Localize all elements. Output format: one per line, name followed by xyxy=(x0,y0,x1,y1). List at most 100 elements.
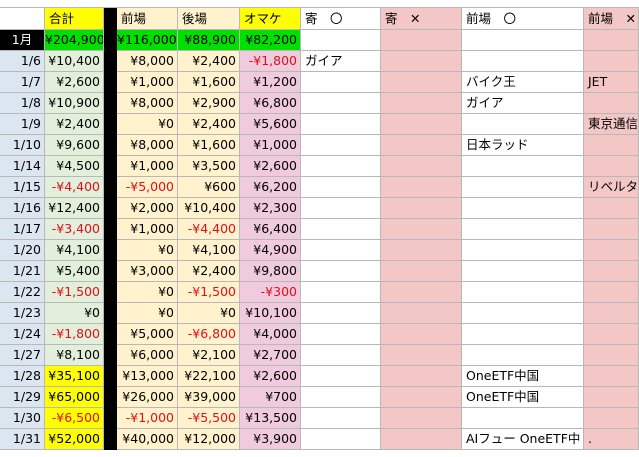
yori-batsu-cell[interactable] xyxy=(381,303,462,324)
date-cell[interactable]: 1/22 xyxy=(0,282,45,303)
yori-batsu-cell[interactable] xyxy=(381,345,462,366)
omake-cell[interactable]: -¥300 xyxy=(240,282,301,303)
yori-batsu-cell[interactable] xyxy=(381,51,462,72)
zenba-cell[interactable]: ¥40,000 xyxy=(117,429,178,450)
yori-batsu-cell[interactable] xyxy=(381,198,462,219)
total-cell[interactable]: -¥4,400 xyxy=(45,177,104,198)
zenba-maru-cell[interactable] xyxy=(462,219,584,240)
zenba-cell[interactable]: ¥0 xyxy=(117,282,178,303)
yori-maru-cell[interactable] xyxy=(301,198,381,219)
zenba-batsu-cell[interactable]: リベルタ xyxy=(584,177,639,198)
month-yori-maru[interactable] xyxy=(301,30,381,51)
goba-cell[interactable]: ¥1,600 xyxy=(178,72,240,93)
goba-cell[interactable]: ¥2,400 xyxy=(178,261,240,282)
omake-cell[interactable]: ¥700 xyxy=(240,387,301,408)
yori-batsu-cell[interactable] xyxy=(381,429,462,450)
zenba-batsu-cell[interactable] xyxy=(584,51,639,72)
zenba-cell[interactable]: ¥1,000 xyxy=(117,156,178,177)
omake-cell[interactable]: ¥13,500 xyxy=(240,408,301,429)
month-total[interactable]: ¥204,900 xyxy=(45,30,104,51)
omake-cell[interactable]: -¥1,800 xyxy=(240,51,301,72)
month-goba[interactable]: ¥88,900 xyxy=(178,30,240,51)
yori-batsu-cell[interactable] xyxy=(381,408,462,429)
zenba-cell[interactable]: ¥6,000 xyxy=(117,345,178,366)
date-cell[interactable]: 1/29 xyxy=(0,387,45,408)
zenba-cell[interactable]: -¥5,000 xyxy=(117,177,178,198)
goba-cell[interactable]: ¥12,000 xyxy=(178,429,240,450)
total-cell[interactable]: ¥0 xyxy=(45,303,104,324)
omake-cell[interactable]: ¥9,800 xyxy=(240,261,301,282)
date-cell[interactable]: 1/8 xyxy=(0,93,45,114)
omake-cell[interactable]: ¥4,900 xyxy=(240,240,301,261)
omake-cell[interactable]: ¥2,700 xyxy=(240,345,301,366)
total-cell[interactable]: ¥2,400 xyxy=(45,114,104,135)
omake-cell[interactable]: ¥4,000 xyxy=(240,324,301,345)
total-cell[interactable]: -¥3,400 xyxy=(45,219,104,240)
omake-cell[interactable]: ¥6,800 xyxy=(240,93,301,114)
zenba-batsu-cell[interactable] xyxy=(584,408,639,429)
zenba-cell[interactable]: ¥8,000 xyxy=(117,135,178,156)
header-goba[interactable]: 後場 xyxy=(178,8,240,30)
date-cell[interactable]: 1/14 xyxy=(0,156,45,177)
total-cell[interactable]: ¥4,500 xyxy=(45,156,104,177)
total-cell[interactable]: ¥52,000 xyxy=(45,429,104,450)
zenba-cell[interactable]: ¥8,000 xyxy=(117,93,178,114)
yori-maru-cell[interactable] xyxy=(301,261,381,282)
yori-maru-cell[interactable] xyxy=(301,429,381,450)
total-cell[interactable]: -¥6,500 xyxy=(45,408,104,429)
header-total[interactable]: 合計 xyxy=(45,8,104,30)
yori-maru-cell[interactable] xyxy=(301,219,381,240)
yori-batsu-cell[interactable] xyxy=(381,114,462,135)
zenba-maru-cell[interactable] xyxy=(462,345,584,366)
zenba-batsu-cell[interactable] xyxy=(584,345,639,366)
date-cell[interactable]: 1/24 xyxy=(0,324,45,345)
total-cell[interactable]: ¥35,100 xyxy=(45,366,104,387)
yori-batsu-cell[interactable] xyxy=(381,282,462,303)
date-cell[interactable]: 1/20 xyxy=(0,240,45,261)
zenba-cell[interactable]: -¥1,000 xyxy=(117,408,178,429)
goba-cell[interactable]: ¥1,600 xyxy=(178,135,240,156)
yori-maru-cell[interactable]: ガイア xyxy=(301,51,381,72)
date-cell[interactable]: 1/17 xyxy=(0,219,45,240)
total-cell[interactable]: ¥12,400 xyxy=(45,198,104,219)
yori-maru-cell[interactable] xyxy=(301,408,381,429)
omake-cell[interactable]: ¥3,900 xyxy=(240,429,301,450)
goba-cell[interactable]: -¥1,500 xyxy=(178,282,240,303)
goba-cell[interactable]: ¥10,400 xyxy=(178,198,240,219)
zenba-cell[interactable]: ¥5,000 xyxy=(117,324,178,345)
month-omake[interactable]: ¥82,200 xyxy=(240,30,301,51)
total-cell[interactable]: ¥2,600 xyxy=(45,72,104,93)
yori-maru-cell[interactable] xyxy=(301,387,381,408)
yori-maru-cell[interactable] xyxy=(301,135,381,156)
omake-cell[interactable]: ¥2,600 xyxy=(240,366,301,387)
zenba-maru-cell[interactable] xyxy=(462,114,584,135)
zenba-maru-cell[interactable] xyxy=(462,303,584,324)
goba-cell[interactable]: ¥22,100 xyxy=(178,366,240,387)
zenba-cell[interactable]: ¥8,000 xyxy=(117,51,178,72)
omake-cell[interactable]: ¥6,400 xyxy=(240,219,301,240)
zenba-batsu-cell[interactable] xyxy=(584,135,639,156)
yori-maru-cell[interactable] xyxy=(301,240,381,261)
yori-batsu-cell[interactable] xyxy=(381,261,462,282)
goba-cell[interactable]: -¥6,800 xyxy=(178,324,240,345)
month-zenba[interactable]: ¥116,000 xyxy=(117,30,178,51)
yori-batsu-cell[interactable] xyxy=(381,219,462,240)
goba-cell[interactable]: -¥5,500 xyxy=(178,408,240,429)
goba-cell[interactable]: -¥4,400 xyxy=(178,219,240,240)
zenba-cell[interactable]: ¥13,000 xyxy=(117,366,178,387)
month-zenba-maru[interactable] xyxy=(462,30,584,51)
zenba-cell[interactable]: ¥0 xyxy=(117,114,178,135)
date-cell[interactable]: 1/27 xyxy=(0,345,45,366)
yori-maru-cell[interactable] xyxy=(301,114,381,135)
zenba-maru-cell[interactable] xyxy=(462,324,584,345)
date-cell[interactable]: 1/30 xyxy=(0,408,45,429)
omake-cell[interactable]: ¥2,600 xyxy=(240,156,301,177)
header-zenba-maru[interactable]: 前場 〇 xyxy=(462,8,584,30)
zenba-batsu-cell[interactable] xyxy=(584,387,639,408)
zenba-maru-cell[interactable]: バイク王 xyxy=(462,72,584,93)
zenba-maru-cell[interactable]: OneETF中国 xyxy=(462,366,584,387)
date-cell[interactable]: 1/31 xyxy=(0,429,45,450)
zenba-batsu-cell[interactable]: 東京通信 xyxy=(584,114,639,135)
zenba-batsu-cell[interactable] xyxy=(584,240,639,261)
yori-batsu-cell[interactable] xyxy=(381,366,462,387)
